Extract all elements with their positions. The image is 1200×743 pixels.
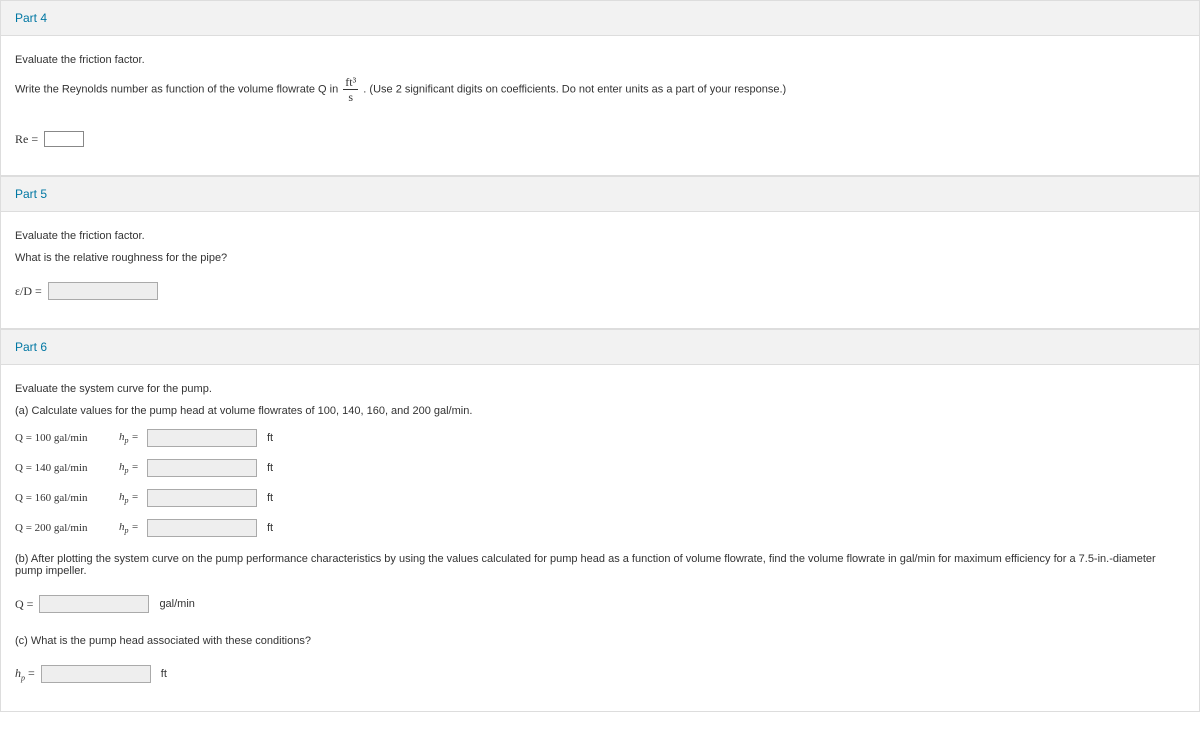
hp-label: hp =	[119, 431, 141, 445]
hp-final-row: hp = ft	[15, 665, 1185, 683]
unit-num: ft³	[343, 76, 358, 90]
part-6: Part 6 Evaluate the system curve for the…	[0, 329, 1200, 712]
reynolds-label: Re =	[15, 132, 38, 147]
hp-input-160[interactable]	[147, 489, 257, 507]
q-final-unit: gal/min	[159, 598, 194, 610]
hp-input-140[interactable]	[147, 459, 257, 477]
part-5-instruction-2: What is the relative roughness for the p…	[15, 252, 1185, 264]
q-final-label: Q =	[15, 597, 33, 612]
hp-label: hp =	[119, 461, 141, 475]
hp-final-unit: ft	[161, 668, 167, 680]
q-label: Q = 200 gal/min	[15, 522, 113, 534]
part-5: Part 5 Evaluate the friction factor. Wha…	[0, 176, 1200, 329]
part-6-instruction-1: Evaluate the system curve for the pump.	[15, 383, 1185, 395]
reynolds-row: Re =	[15, 131, 1185, 147]
hp-rows-container: Q = 100 gal/min hp = ft Q = 140 gal/min …	[15, 429, 1185, 537]
q-final-input[interactable]	[39, 595, 149, 613]
part-6-instruction-a: (a) Calculate values for the pump head a…	[15, 405, 1185, 417]
roughness-input[interactable]	[48, 282, 158, 300]
hp-unit: ft	[267, 462, 273, 474]
part-4: Part 4 Evaluate the friction factor. Wri…	[0, 0, 1200, 176]
hp-unit: ft	[267, 492, 273, 504]
q-label: Q = 100 gal/min	[15, 432, 113, 444]
roughness-row: ε/D =	[15, 282, 1185, 300]
part-6-header: Part 6	[1, 330, 1199, 365]
hp-final-label: hp =	[15, 666, 35, 682]
hp-label: hp =	[119, 521, 141, 535]
part-4-body: Evaluate the friction factor. Write the …	[1, 36, 1199, 175]
hp-unit: ft	[267, 432, 273, 444]
unit-den: s	[343, 90, 358, 103]
part-4-instruction-2-pre: Write the Reynolds number as function of…	[15, 83, 341, 95]
hp-row: Q = 100 gal/min hp = ft	[15, 429, 1185, 447]
q-label: Q = 160 gal/min	[15, 492, 113, 504]
reynolds-input[interactable]	[44, 131, 84, 147]
hp-row: Q = 140 gal/min hp = ft	[15, 459, 1185, 477]
unit-fraction: ft³ s	[343, 76, 358, 103]
part-4-instruction-2: Write the Reynolds number as function of…	[15, 76, 1185, 103]
roughness-label: ε/D =	[15, 284, 42, 299]
q-row: Q = gal/min	[15, 595, 1185, 613]
part-5-instruction-1: Evaluate the friction factor.	[15, 230, 1185, 242]
hp-final-input[interactable]	[41, 665, 151, 683]
part-6-instruction-c: (c) What is the pump head associated wit…	[15, 635, 1185, 647]
part-6-instruction-b: (b) After plotting the system curve on t…	[15, 553, 1185, 577]
hp-input-200[interactable]	[147, 519, 257, 537]
part-5-body: Evaluate the friction factor. What is th…	[1, 212, 1199, 328]
q-label: Q = 140 gal/min	[15, 462, 113, 474]
hp-row: Q = 200 gal/min hp = ft	[15, 519, 1185, 537]
part-4-header: Part 4	[1, 1, 1199, 36]
part-4-instruction-1: Evaluate the friction factor.	[15, 54, 1185, 66]
part-5-header: Part 5	[1, 177, 1199, 212]
hp-unit: ft	[267, 522, 273, 534]
part-4-instruction-2-post: . (Use 2 significant digits on coefficie…	[363, 83, 786, 95]
part-6-body: Evaluate the system curve for the pump. …	[1, 365, 1199, 711]
hp-label: hp =	[119, 491, 141, 505]
hp-row: Q = 160 gal/min hp = ft	[15, 489, 1185, 507]
hp-input-100[interactable]	[147, 429, 257, 447]
